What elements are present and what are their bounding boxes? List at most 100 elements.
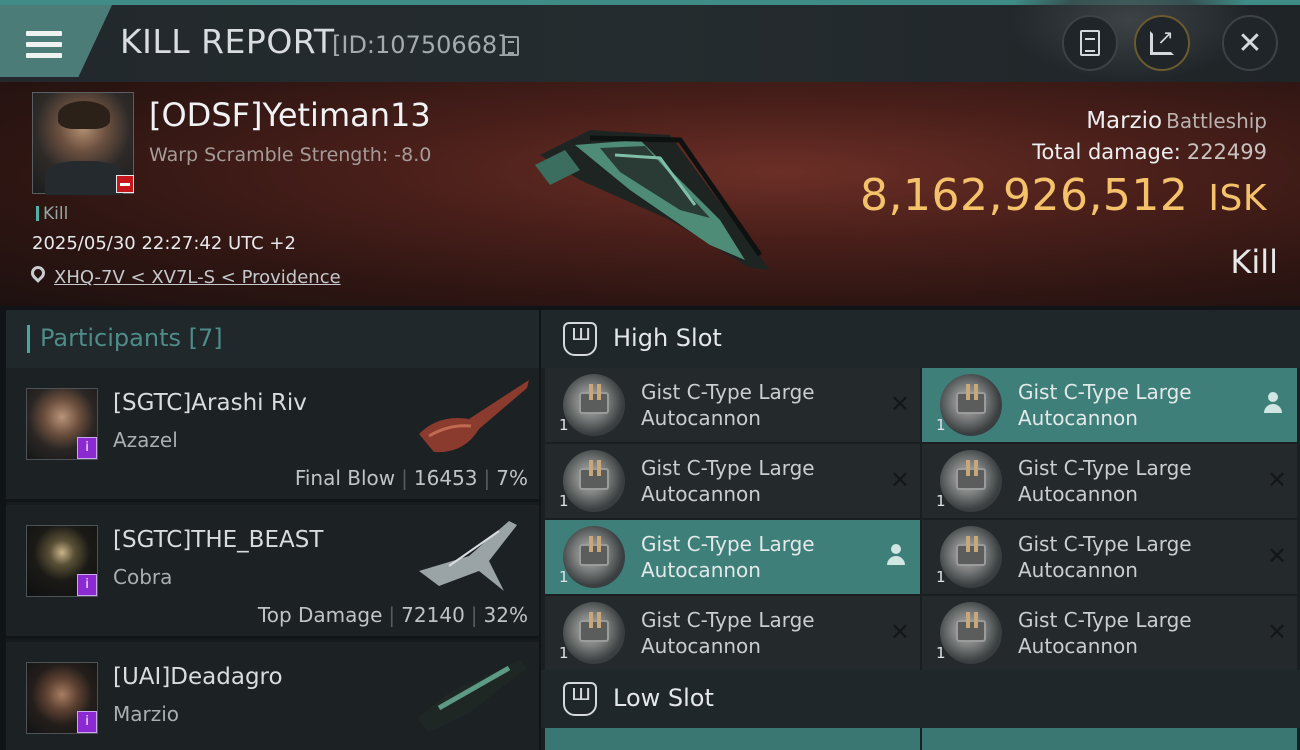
destroyed-icon: ✕ (1266, 542, 1287, 570)
module-name: Gist C-Type Large Autocannon (1018, 608, 1192, 658)
module-qty: 1 (936, 416, 946, 434)
participant-damage: 16453 (413, 466, 478, 490)
destroyed-icon: ✕ (1266, 466, 1287, 494)
close-button[interactable]: ✕ (1222, 15, 1278, 71)
total-damage-value: 222499 (1186, 140, 1267, 164)
participants-count: [7] (188, 324, 223, 352)
total-damage: Total damage: 222499 (1032, 140, 1267, 164)
participant-ship: Azazel (113, 428, 178, 452)
victim-ship-image (535, 130, 770, 270)
participant-row[interactable]: i [UAI]Deadagro Marzio (6, 642, 539, 750)
close-icon: ✕ (1237, 25, 1263, 61)
result-label: Kill (1230, 243, 1278, 281)
copy-icon[interactable] (503, 36, 519, 56)
isk-amount: 8,162,926,512 (860, 170, 1189, 221)
module-item[interactable]: 1 Gist C-Type Large Autocannon (922, 368, 1297, 442)
participant-ship-image (419, 380, 529, 453)
kill-datetime: 2025/05/30 22:27:42 UTC +2 (32, 233, 296, 254)
module-qty: 1 (559, 568, 569, 586)
participant-name: [SGTC]THE_BEAST (113, 527, 324, 553)
participant-row[interactable]: i [SGTC]THE_BEAST Cobra Top Damage | 72140… (6, 505, 539, 639)
low-slot-item[interactable] (922, 728, 1297, 750)
autocannon-icon (563, 526, 625, 588)
menu-button[interactable] (0, 5, 112, 77)
participant-badge-icon: i (77, 711, 97, 733)
module-name: Gist C-Type Large Autocannon (641, 380, 815, 430)
autocannon-icon (940, 374, 1002, 436)
participant-badge-icon: i (77, 437, 97, 459)
high-slot-header[interactable]: High Slot (541, 310, 1300, 368)
module-qty: 1 (936, 644, 946, 662)
victim-name[interactable]: [ODSF]Yetiman13 (149, 96, 431, 134)
victim-ship-class: Battleship (1166, 109, 1267, 133)
participant-ship: Cobra (113, 565, 173, 589)
kill-tag: Kill (36, 204, 68, 224)
module-item[interactable]: 1 Gist C-Type Large Autocannon ✕ (922, 444, 1297, 518)
participant-percent: 32% (483, 603, 528, 627)
module-qty: 1 (936, 568, 946, 586)
low-slot-icon (563, 681, 597, 716)
share-icon (1150, 25, 1174, 55)
module-qty: 1 (559, 644, 569, 662)
module-name: Gist C-Type Large Autocannon (1018, 380, 1192, 430)
location-link[interactable]: XHQ-7V < XV7L-S < Providence (54, 267, 341, 288)
participant-ship-image (419, 521, 517, 591)
participant-name: [SGTC]Arashi Riv (113, 390, 307, 416)
menu-icon[interactable] (26, 31, 62, 59)
participant-row[interactable]: i [SGTC]Arashi Riv Azazel Final Blow | 164… (6, 368, 539, 502)
page-title: KILL REPORT (120, 22, 335, 61)
module-item[interactable]: 1 Gist C-Type Large Autocannon ✕ (922, 520, 1297, 594)
participants-panel: Participants [7] i [SGTC]Arashi Riv Azaz… (6, 310, 539, 750)
participant-damage: 72140 (401, 603, 465, 627)
participants-title: Participants [7] (40, 324, 223, 352)
module-qty: 1 (936, 492, 946, 510)
participants-header[interactable]: Participants [7] (6, 310, 539, 368)
module-qty: 1 (559, 492, 569, 510)
module-name: Gist C-Type Large Autocannon (641, 532, 815, 582)
participant-role: Final Blow (294, 466, 396, 490)
isk-value: 8,162,926,512 ISK (860, 170, 1267, 221)
autocannon-icon (563, 450, 625, 512)
notes-icon (1080, 30, 1100, 56)
autocannon-icon (940, 602, 1002, 664)
low-slot-title: Low Slot (613, 684, 714, 712)
destroyed-icon: ✕ (1266, 618, 1287, 646)
autocannon-icon (940, 450, 1002, 512)
top-bar: KILL REPORT [ID:10750668] ✕ (0, 0, 1300, 82)
destroyed-icon: ✕ (889, 466, 910, 494)
module-name: Gist C-Type Large Autocannon (641, 456, 815, 506)
participant-stats: Top Damage | 72140 | 32% (257, 603, 528, 627)
dropped-person-icon (1263, 392, 1283, 414)
victim-ship[interactable]: Marzio Battleship (1086, 108, 1267, 134)
high-slot-title: High Slot (613, 324, 722, 352)
autocannon-icon (940, 526, 1002, 588)
notes-button[interactable] (1062, 15, 1118, 71)
share-button[interactable] (1134, 15, 1190, 71)
module-item[interactable]: 1 Gist C-Type Large Autocannon ✕ (545, 596, 920, 670)
module-name: Gist C-Type Large Autocannon (641, 608, 815, 658)
report-id: [ID:10750668] (332, 31, 507, 59)
low-slot-item[interactable] (545, 728, 920, 750)
destroyed-icon: ✕ (889, 390, 910, 418)
hostile-badge-icon (116, 175, 134, 193)
module-item[interactable]: 1 Gist C-Type Large Autocannon ✕ (545, 444, 920, 518)
module-item[interactable]: 1 Gist C-Type Large Autocannon (545, 520, 920, 594)
isk-unit: ISK (1208, 178, 1267, 219)
destroyed-icon: ✕ (889, 618, 910, 646)
module-qty: 1 (559, 416, 569, 434)
participant-percent: 7% (496, 466, 528, 490)
autocannon-icon (563, 374, 625, 436)
participant-ship: Marzio (113, 702, 180, 726)
module-item[interactable]: 1 Gist C-Type Large Autocannon ✕ (922, 596, 1297, 670)
participant-stats: Final Blow | 16453 | 7% (294, 466, 528, 490)
module-item[interactable]: 1 Gist C-Type Large Autocannon ✕ (545, 368, 920, 442)
high-slot-icon (563, 321, 597, 356)
victim-ship-name: Marzio (1086, 108, 1163, 134)
participant-role: Top Damage (257, 603, 383, 627)
autocannon-icon (563, 602, 625, 664)
header-decoration (1010, 0, 1250, 80)
low-slot-header[interactable]: Low Slot (541, 670, 1300, 728)
victim-attribute: Warp Scramble Strength: -8.0 (149, 144, 432, 166)
participant-badge-icon: i (77, 574, 97, 596)
dropped-person-icon (886, 544, 906, 566)
